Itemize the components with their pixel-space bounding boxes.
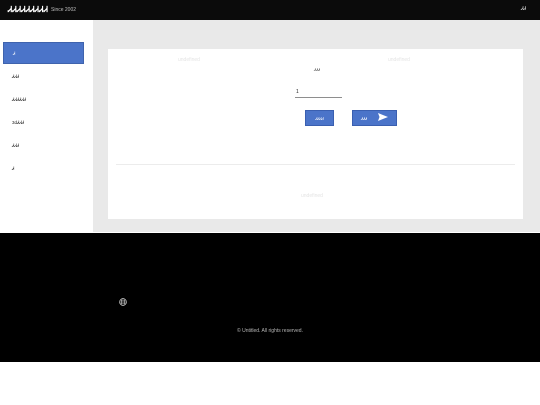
sidebar: Ꮧ ᏗᏗᏗ ᏗᏗᏗᏗᏗᏗ 3dᏗᏗᏗ ᏗᏗᏗ Ꮧ [0, 20, 93, 232]
brand-name[interactable]: ᏗᏗᏗᏗᏗᏗᏗᏗᏗ [8, 5, 48, 15]
quantity-label: ᏗᏗᏗ [314, 67, 321, 72]
column-heading-right: undefined [388, 57, 410, 63]
footer: © Untitled. All rights reserved. [0, 233, 540, 362]
primary-button-label: ᏗᏗᏗᏗ [315, 115, 324, 121]
card-footer-text: undefined [301, 193, 323, 199]
sidebar-item-label: Ꮧ [13, 50, 16, 56]
sidebar-item-label: ᏗᏗᏗ [12, 73, 20, 79]
form-card: undefined undefined ᏗᏗᏗ ᏗᏗᏗᏗ ᏗᏗᏗ undefin… [108, 49, 523, 219]
sidebar-item-2[interactable]: ᏗᏗᏗ [3, 65, 84, 87]
globe-icon[interactable] [119, 298, 127, 306]
sidebar-item-label: ᏗᏗᏗ [12, 142, 20, 148]
send-icon [378, 113, 388, 121]
sidebar-item-label: ᏗᏗᏗᏗᏗᏗ [12, 96, 27, 102]
account-link[interactable]: ᏗᏗ [521, 6, 526, 12]
send-button-label: ᏗᏗᏗ [361, 115, 368, 121]
column-heading-left: undefined [178, 57, 200, 63]
divider [116, 164, 515, 165]
quantity-input[interactable] [295, 86, 342, 98]
sidebar-item-6[interactable]: Ꮧ [3, 157, 84, 179]
top-bar: ᏗᏗᏗᏗᏗᏗᏗᏗᏗ Since 2002 ᏗᏗ [0, 0, 540, 20]
sidebar-item-label: Ꮧ [12, 165, 15, 171]
sidebar-item-home[interactable]: Ꮧ [3, 42, 84, 64]
primary-button[interactable]: ᏗᏗᏗᏗ [305, 110, 334, 126]
sidebar-item-5[interactable]: ᏗᏗᏗ [3, 134, 84, 156]
copyright-text: © Untitled. All rights reserved. [237, 328, 303, 334]
main-content: undefined undefined ᏗᏗᏗ ᏗᏗᏗᏗ ᏗᏗᏗ undefin… [93, 20, 540, 232]
sidebar-item-3d[interactable]: 3dᏗᏗᏗ [3, 111, 84, 133]
send-button[interactable]: ᏗᏗᏗ [352, 110, 397, 126]
sidebar-item-label: 3dᏗᏗᏗ [12, 119, 25, 125]
since-label: Since 2002 [51, 7, 77, 13]
sidebar-item-3[interactable]: ᏗᏗᏗᏗᏗᏗ [3, 88, 84, 110]
